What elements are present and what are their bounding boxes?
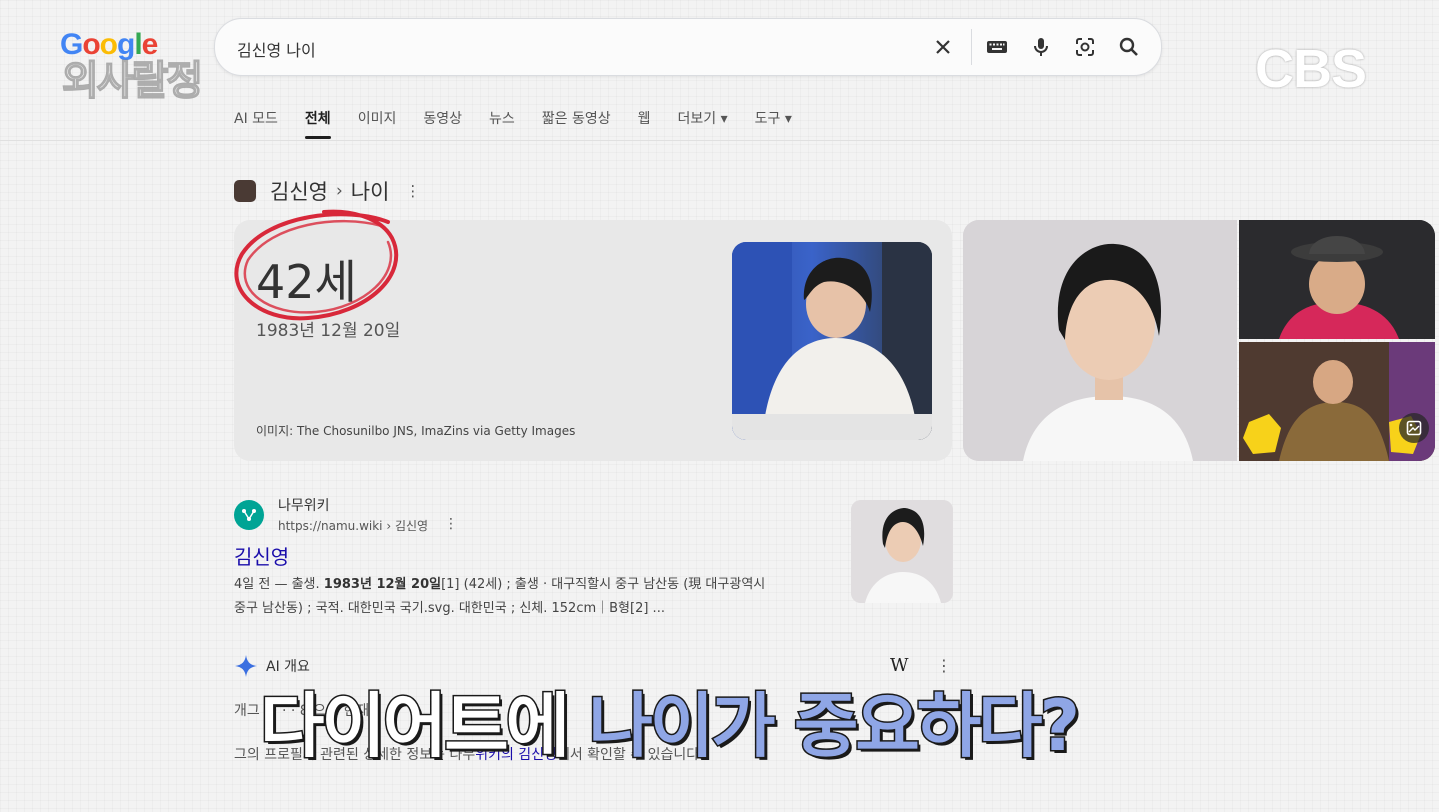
- person-photo[interactable]: [732, 242, 932, 440]
- image-credit: 이미지: The Chosunilbo JNS, ImaZins via Get…: [256, 424, 576, 438]
- result-site-name[interactable]: 나무위키: [278, 495, 330, 515]
- caption-part1: 다이어트에: [258, 684, 589, 769]
- person-photo-illustration: [732, 242, 932, 440]
- result-thumbnail[interactable]: [851, 500, 953, 603]
- tabs-divider: [0, 140, 1439, 141]
- snippet-rest: [1] (42세) ; 출생 · 대구직할시 중구 남산동 (現 대구광역시: [441, 577, 766, 592]
- tab-tools[interactable]: 도구 ▾: [755, 108, 792, 128]
- tab-news[interactable]: 뉴스: [489, 108, 515, 128]
- namuwiki-favicon[interactable]: [234, 500, 264, 530]
- tab-videos[interactable]: 동영상: [423, 108, 462, 128]
- breadcrumb-attribute: 나이: [350, 180, 390, 204]
- stage-photo-illustration: [1239, 342, 1435, 461]
- microphone-icon[interactable]: [1029, 35, 1053, 59]
- broadcaster-logo: CBS: [1255, 39, 1367, 99]
- caption-part2: 나이가 중요하다?: [587, 684, 1082, 769]
- snippet-date: 4일 전 — 출생.: [234, 577, 324, 592]
- tab-short-videos[interactable]: 짧은 동영상: [542, 108, 611, 128]
- tab-web[interactable]: 웹: [638, 108, 651, 128]
- show-watermark: 외사랄정: [61, 57, 204, 105]
- image-result-bottom[interactable]: [1239, 342, 1435, 461]
- search-tabs: AI 모드 전체 이미지 동영상 뉴스 짧은 동영상 웹 더보기 ▾ 도구 ▾: [234, 108, 819, 139]
- search-input[interactable]: 김신영 나이: [237, 37, 316, 61]
- tab-images[interactable]: 이미지: [358, 108, 397, 128]
- search-bar[interactable]: 김신영 나이: [214, 18, 1162, 76]
- result-title-link[interactable]: 김신영: [234, 541, 289, 570]
- more-options-icon[interactable]: ⋮: [405, 182, 420, 200]
- keyboard-icon[interactable]: [985, 35, 1009, 59]
- clear-icon[interactable]: [931, 35, 955, 59]
- image-view-icon[interactable]: [1399, 413, 1429, 443]
- tab-all[interactable]: 전체: [304, 108, 331, 139]
- sparkle-icon: [235, 655, 257, 677]
- search-divider: [971, 29, 972, 65]
- result-snippet: 4일 전 — 출생. 1983년 12월 20일[1] (42세) ; 출생 ·…: [234, 573, 834, 621]
- image-result-top[interactable]: [1239, 220, 1435, 339]
- thumbnail-illustration: [851, 500, 953, 603]
- tab-more[interactable]: 더보기 ▾: [677, 108, 727, 128]
- result-url[interactable]: https://namu.wiki › 김신영: [278, 517, 428, 534]
- red-circle-annotation: [234, 209, 399, 321]
- image-result-main[interactable]: [963, 220, 1237, 461]
- snippet-bold: 1983년 12월 20일: [323, 577, 442, 592]
- tab-ai-mode[interactable]: AI 모드: [234, 108, 278, 128]
- search-icon[interactable]: [1117, 35, 1141, 59]
- lens-camera-icon[interactable]: [1073, 35, 1097, 59]
- portrait-illustration: [963, 220, 1237, 461]
- breadcrumb-entity[interactable]: 김신영: [270, 176, 328, 206]
- video-caption: 다이어트에 나이가 중요하다?: [258, 670, 1082, 771]
- result-more-options-icon[interactable]: ⋮: [444, 516, 458, 532]
- snippet-line2: 중구 남산동) ; 국적. 대한민국 국기.svg. 대한민국 ; 신체. 15…: [234, 601, 665, 616]
- age-answer-card: 42세 1983년 12월 20일 이미지: The Chosunilbo JN…: [234, 209, 952, 461]
- entity-avatar: [234, 180, 256, 202]
- breadcrumb: 김신영 › 나이 ⋮: [234, 176, 420, 206]
- hat-photo-illustration: [1239, 220, 1435, 339]
- breadcrumb-separator: ›: [335, 181, 343, 201]
